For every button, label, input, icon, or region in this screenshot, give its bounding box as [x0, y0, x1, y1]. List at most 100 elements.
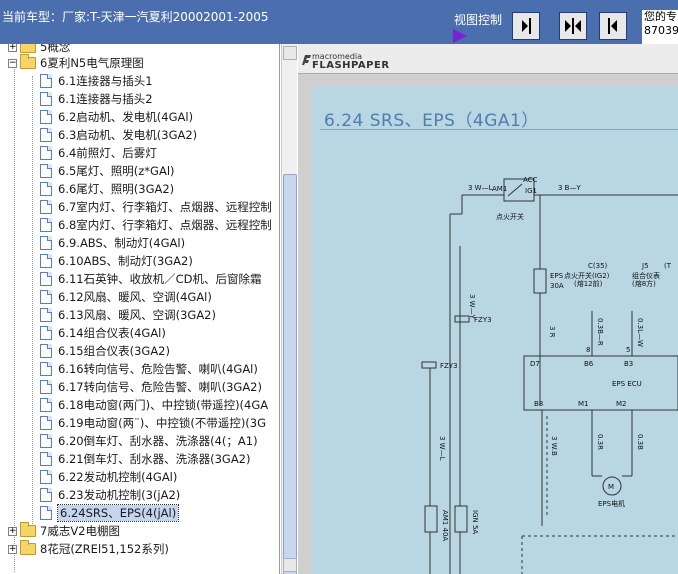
- label-ign-switch-ig2: 点火开关(IG2): [564, 271, 610, 280]
- tree-folder-sibling-2[interactable]: + 8花冠(ZREl51,152系列): [8, 540, 169, 558]
- document-icon: [40, 254, 52, 268]
- tree-item[interactable]: 6.7室内灯、行李箱灯、点烟器、远程控制: [40, 198, 272, 216]
- label-fzy3-b: FZY3: [440, 362, 458, 370]
- document-icon: [40, 344, 52, 358]
- tree-item[interactable]: 6.19电动窗(两¨)、中控锁(不带遥控)(3G: [40, 414, 266, 432]
- collapse-left-icon: [608, 18, 617, 34]
- document-icon: [40, 218, 52, 232]
- label-tag-t: (T: [664, 262, 672, 270]
- tree-item[interactable]: 6.10ABS、制动灯(3GA2): [40, 252, 193, 270]
- tree-item[interactable]: 6.17转向信号、危险告警、喇叭(3GA2): [40, 378, 262, 396]
- label-wire-03r: 0.3R: [596, 434, 604, 450]
- view-control-label: 视图控制: [454, 13, 503, 27]
- label-wire-3wl: 3 W—L: [468, 184, 493, 192]
- tree-item[interactable]: 6.16转向信号、危险告警、喇叭(4GAl): [40, 360, 258, 378]
- flashpaper-toolbar: macromedia FLASHPAPER: [298, 44, 678, 74]
- tree-item[interactable]: 6.3启动机、发电机(3GA2): [40, 126, 197, 144]
- connector-fzy3: [454, 315, 470, 323]
- tree-item[interactable]: 6.18电动窗(两门)、中控锁(带遥控)(4GA: [40, 396, 268, 414]
- document-icon: [40, 308, 52, 322]
- document-icon: [40, 236, 52, 250]
- expand-icon[interactable]: +: [8, 44, 17, 52]
- tree-item[interactable]: 6.9.ABS、制动灯(4GAl): [40, 234, 185, 252]
- am1-fuse: [424, 505, 438, 533]
- show-left-pane-button[interactable]: [512, 12, 540, 40]
- tree-item[interactable]: 6.20倒车灯、刮水器、洗涤器(4(；A1): [40, 432, 258, 450]
- tree-item[interactable]: 6.6尾灯、照明(3GA2): [40, 180, 174, 198]
- expand-icon[interactable]: +: [8, 544, 17, 554]
- tree-item-label: 6.14组合仪表(4GAl): [58, 326, 166, 340]
- tree-item-label: 6.24SRS、EPS(4(jAl): [56, 504, 180, 522]
- expand-icon[interactable]: +: [8, 526, 17, 536]
- tree-folder-sibling-1[interactable]: + 7威志V2电棚图: [8, 522, 120, 540]
- tree-item[interactable]: 6.21倒车灯、刮水器、洗涤器(3GA2): [40, 450, 251, 468]
- tree-item[interactable]: 6.1连接器与插头2: [40, 90, 153, 108]
- label-pin-m2: M2: [616, 400, 627, 408]
- folder-icon: [20, 44, 36, 53]
- document-page[interactable]: 6.24 SRS、EPS（4GA1） 3 W—L 3 B—Y AM1 ACC I…: [312, 86, 678, 574]
- label-eps-fuse: EPS: [550, 272, 564, 280]
- document-icon: [40, 164, 52, 178]
- tree-item[interactable]: 6.23发动机控制(3(jA2): [40, 486, 180, 504]
- tree-folder-label: 7威志V2电棚图: [40, 524, 120, 538]
- label-wire-3wl-b: 3 W—L: [438, 436, 446, 461]
- label-pin-d7: D7: [530, 360, 540, 368]
- tree-item-label: 6.15组合仪表(3GA2): [58, 344, 170, 358]
- label-am1: AM1: [492, 185, 507, 193]
- scroll-up-button[interactable]: [283, 46, 297, 60]
- collapse-icon[interactable]: −: [8, 58, 17, 68]
- tree-item[interactable]: 6.24SRS、EPS(4(jAl): [40, 504, 180, 522]
- tree-item-label: 6.20倒车灯、刮水器、洗涤器(4(；A1): [58, 434, 258, 448]
- flashpaper-logo-icon: [302, 55, 311, 65]
- document-icon: [40, 452, 52, 466]
- label-eps-fuse-amp: 30A: [550, 282, 564, 290]
- tree-item-label: 6.8室内灯、行李箱灯、点烟器、远程控制: [58, 218, 272, 232]
- eps-fuse: [533, 268, 547, 294]
- label-acc: ACC: [523, 176, 538, 184]
- logo-bottom-text: FLASHPAPER: [312, 60, 390, 71]
- tree-item[interactable]: 6.11石英钟、收放机／CD机、后窗除霜: [40, 270, 262, 288]
- tree-item-label: 6.23发动机控制(3(jA2): [58, 488, 181, 502]
- flashpaper-logo: macromedia FLASHPAPER: [312, 52, 390, 71]
- tree-item[interactable]: 6.13风扇、暖风、空调(3GA2): [40, 306, 216, 324]
- connector-fzy3-b: [421, 361, 437, 369]
- scroll-thumb[interactable]: [283, 174, 297, 574]
- tree-item[interactable]: 6.4前照灯、后雾灯: [40, 144, 157, 162]
- tree-item[interactable]: 6.12风扇、暖风、空调(4GAl): [40, 288, 212, 306]
- tree-item[interactable]: 6.1连接器与插头1: [40, 72, 153, 90]
- scroll-down-button[interactable]: [283, 558, 297, 572]
- tree-item[interactable]: 6.14组合仪表(4GAl): [40, 324, 166, 342]
- document-icon: [40, 416, 52, 430]
- tree-item[interactable]: 6.8室内灯、行李箱灯、点烟器、远程控制: [40, 216, 272, 234]
- label-ignition-switch: 点火开关: [496, 212, 524, 221]
- tree-item[interactable]: 6.15组合仪表(3GA2): [40, 342, 170, 360]
- tree-item[interactable]: 6.2启动机、发电机(4GAl): [40, 108, 193, 126]
- view-control-arrow-icon: [453, 29, 467, 43]
- label-wire-03br: 0.3B—R: [596, 318, 604, 346]
- label-num-5: 5: [626, 346, 630, 354]
- eps-ecu-box: [523, 355, 678, 411]
- label-pin-b3: B3: [624, 360, 633, 368]
- document-icon: [40, 182, 52, 196]
- label-fzy3: FZY3: [474, 316, 492, 324]
- split-icon: [565, 18, 581, 34]
- split-view-button[interactable]: [559, 12, 587, 40]
- document-tree: + 5概念 − 6夏利N5电气原理图 6.1连接器与插头1 6.1连接器与插头2 6…: [0, 44, 280, 574]
- document-icon: [40, 506, 52, 520]
- ign-fuse: [454, 505, 468, 533]
- tree-scrollbar[interactable]: [281, 44, 297, 574]
- tree-item[interactable]: 6.22发动机控制(4GAl): [40, 468, 177, 486]
- tree-item[interactable]: 6.5尾灯、照明(z*GAl): [40, 162, 175, 180]
- current-car-label: 当前车型：厂家:T-天津一汽夏利20002001-2005: [2, 10, 269, 24]
- tree-item-label: 6.10ABS、制动灯(3GA2): [58, 254, 193, 268]
- label-fuse-12: (熔12前): [574, 279, 603, 288]
- label-fuse-ign: IGN 5A: [471, 510, 479, 534]
- tree-item-label: 6.3启动机、发电机(3GA2): [58, 128, 198, 142]
- tree-item-label: 6.21倒车灯、刮水器、洗涤器(3GA2): [58, 452, 251, 466]
- label-num-8: 8: [586, 346, 590, 354]
- tree-folder-parent[interactable]: − 6夏利N5电气原理图: [8, 54, 144, 72]
- show-viewer-button[interactable]: [599, 12, 627, 40]
- label-pin-b6: B6: [584, 360, 594, 368]
- tree-item-label: 6.18电动窗(两门)、中控锁(带遥控)(4GA: [58, 398, 269, 412]
- document-icon: [40, 380, 52, 394]
